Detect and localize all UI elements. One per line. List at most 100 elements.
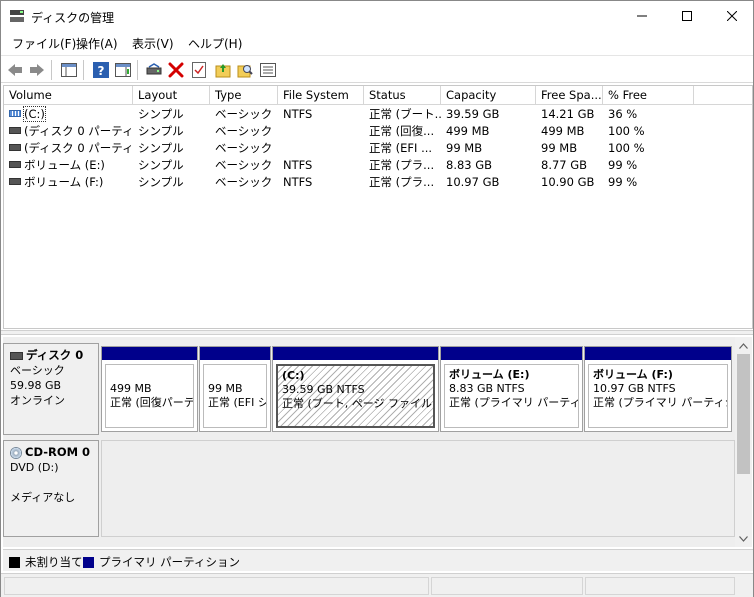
cell-status: 正常 (回復... (369, 124, 435, 138)
partition-recovery[interactable]: 499 MB 正常 (回復パーテ (101, 346, 198, 432)
chevron-down-icon (739, 535, 748, 542)
cell-type: ベーシック (215, 141, 273, 155)
cell-status: 正常 (プラ... (369, 158, 435, 172)
open-folder-button[interactable] (213, 60, 233, 80)
svg-text:?: ? (98, 64, 105, 78)
properties-pane-icon (115, 63, 131, 77)
table-row[interactable]: ボリューム (F:) シンプル ベーシック NTFS 正常 (プラ... 10.… (4, 174, 752, 191)
status-bar (1, 573, 753, 597)
volume-name: (ディスク 0 パーティシ... (24, 124, 133, 138)
partition-e[interactable]: ボリューム (E:) 8.83 GB NTFS 正常 (プライマリ パーティショ (440, 346, 583, 432)
partition-c[interactable]: (C:) 39.59 GB NTFS 正常 (ブート, ページ ファイル, クラ (272, 346, 439, 432)
cell-file-system: NTFS (283, 175, 313, 189)
volume-list-header: Volume Layout Type File System Status Ca… (4, 86, 752, 105)
cell-percent-free: 100 % (608, 141, 645, 155)
cell-volume: (ディスク 0 パーティシ... (4, 123, 133, 140)
scroll-down-button[interactable] (735, 530, 752, 547)
disk-management-icon (10, 10, 24, 22)
column-free-space[interactable]: Free Spa... (536, 86, 603, 105)
drive-connect-icon (146, 63, 162, 75)
cell-type: ベーシック (215, 107, 273, 121)
partition-color-bar (273, 347, 438, 360)
cell-layout: シンプル (138, 175, 184, 189)
title-bar: ディスクの管理 (1, 1, 753, 31)
check-properties-button[interactable] (189, 60, 209, 80)
cell-file-system (278, 140, 364, 157)
back-arrow-icon (8, 64, 22, 76)
volume-plain-icon (9, 178, 21, 185)
partition-title: ボリューム (F:) (593, 368, 673, 381)
menu-help[interactable]: ヘルプ(H) (186, 35, 244, 52)
column-file-system[interactable]: File System (278, 86, 364, 105)
menu-file[interactable]: ファイル(F) (10, 35, 78, 52)
cell-layout: シンプル (138, 107, 184, 121)
show-hide-tree-button[interactable] (59, 60, 79, 80)
cell-type: ベーシック (215, 175, 273, 189)
back-button[interactable] (5, 60, 25, 80)
table-row[interactable]: (ディスク 0 パーティシ... シンプル ベーシック 正常 (回復... 49… (4, 123, 752, 140)
window-title: ディスクの管理 (31, 11, 115, 25)
disk-size: 59.98 GB (10, 379, 62, 392)
cdrom-empty-area[interactable] (101, 440, 735, 537)
list-view-button[interactable] (258, 60, 278, 80)
legend-primary-label: プライマリ パーティション (99, 555, 240, 569)
partition-body: ボリューム (F:) 10.97 GB NTFS 正常 (プライマリ パーティシ… (588, 364, 728, 428)
cell-free-space: 8.77 GB (541, 158, 588, 172)
partition-color-bar (441, 347, 582, 360)
volume-list: Volume Layout Type File System Status Ca… (3, 85, 753, 329)
cell-volume: (C:) (4, 106, 133, 123)
menu-action[interactable]: 操作(A) (74, 35, 120, 52)
partition-body: 499 MB 正常 (回復パーテ (105, 364, 194, 428)
cdrom-media: メディアなし (10, 491, 76, 504)
close-button[interactable] (709, 1, 754, 31)
column-capacity[interactable]: Capacity (441, 86, 536, 105)
menu-view[interactable]: 表示(V) (130, 35, 176, 52)
volume-plain-icon (9, 161, 21, 168)
maximize-button[interactable] (664, 1, 709, 31)
cell-free-space: 99 MB (541, 141, 578, 155)
column-type[interactable]: Type (210, 86, 278, 105)
partition-size: 10.97 GB NTFS (593, 382, 676, 395)
cell-free-space: 10.90 GB (541, 175, 595, 189)
minimize-button[interactable] (619, 1, 664, 31)
volume-name: (ディスク 0 パーティシ... (24, 141, 133, 155)
cdrom-0-label[interactable]: CD-ROM 0 DVD (D:) メディアなし (3, 440, 99, 537)
scroll-thumb[interactable] (737, 354, 750, 474)
cell-percent-free: 99 % (608, 158, 638, 172)
scroll-up-button[interactable] (735, 337, 752, 354)
graph-vertical-scrollbar[interactable] (735, 337, 752, 547)
pane-splitter[interactable] (1, 330, 753, 335)
partition-f[interactable]: ボリューム (F:) 10.97 GB NTFS 正常 (プライマリ パーティシ… (584, 346, 732, 432)
cell-type: ベーシック (215, 158, 273, 172)
cell-capacity: 10.97 GB (446, 175, 500, 189)
partition-title (110, 368, 189, 382)
column-layout[interactable]: Layout (133, 86, 210, 105)
cd-rom-icon (10, 447, 22, 459)
column-percent-free[interactable]: % Free (603, 86, 694, 105)
search-folder-button[interactable] (235, 60, 255, 80)
partition-body: ボリューム (E:) 8.83 GB NTFS 正常 (プライマリ パーティショ (444, 364, 579, 428)
delete-x-icon (168, 62, 184, 78)
legend-bar: 未割り当て プライマリ パーティション (3, 549, 753, 571)
help-button[interactable]: ? (91, 60, 111, 80)
column-volume[interactable]: Volume (4, 86, 133, 105)
partition-size: 499 MB (110, 382, 152, 395)
cdrom-name: CD-ROM 0 (25, 445, 91, 459)
partition-size: 8.83 GB NTFS (449, 382, 525, 395)
table-row[interactable]: (C:) シンプル ベーシック NTFS 正常 (ブート... 39.59 GB… (4, 106, 752, 123)
disk-0-label[interactable]: ディスク 0 ベーシック 59.98 GB オンライン (3, 343, 99, 435)
delete-button[interactable] (166, 60, 186, 80)
connect-drive-button[interactable] (144, 60, 164, 80)
table-row[interactable]: ボリューム (E:) シンプル ベーシック NTFS 正常 (プラ... 8.8… (4, 157, 752, 174)
table-row[interactable]: (ディスク 0 パーティシ... シンプル ベーシック 正常 (EFI ... … (4, 140, 752, 157)
properties-view-button[interactable] (113, 60, 133, 80)
cell-layout: シンプル (138, 158, 184, 172)
toolbar-separator (137, 60, 138, 80)
column-status[interactable]: Status (364, 86, 441, 105)
forward-button[interactable] (27, 60, 47, 80)
partition-status: 正常 (回復パーテ (110, 396, 194, 409)
unallocated-swatch (9, 556, 20, 568)
partition-efi[interactable]: 99 MB 正常 (EFI シ (199, 346, 271, 432)
toolbar-separator (83, 60, 84, 80)
